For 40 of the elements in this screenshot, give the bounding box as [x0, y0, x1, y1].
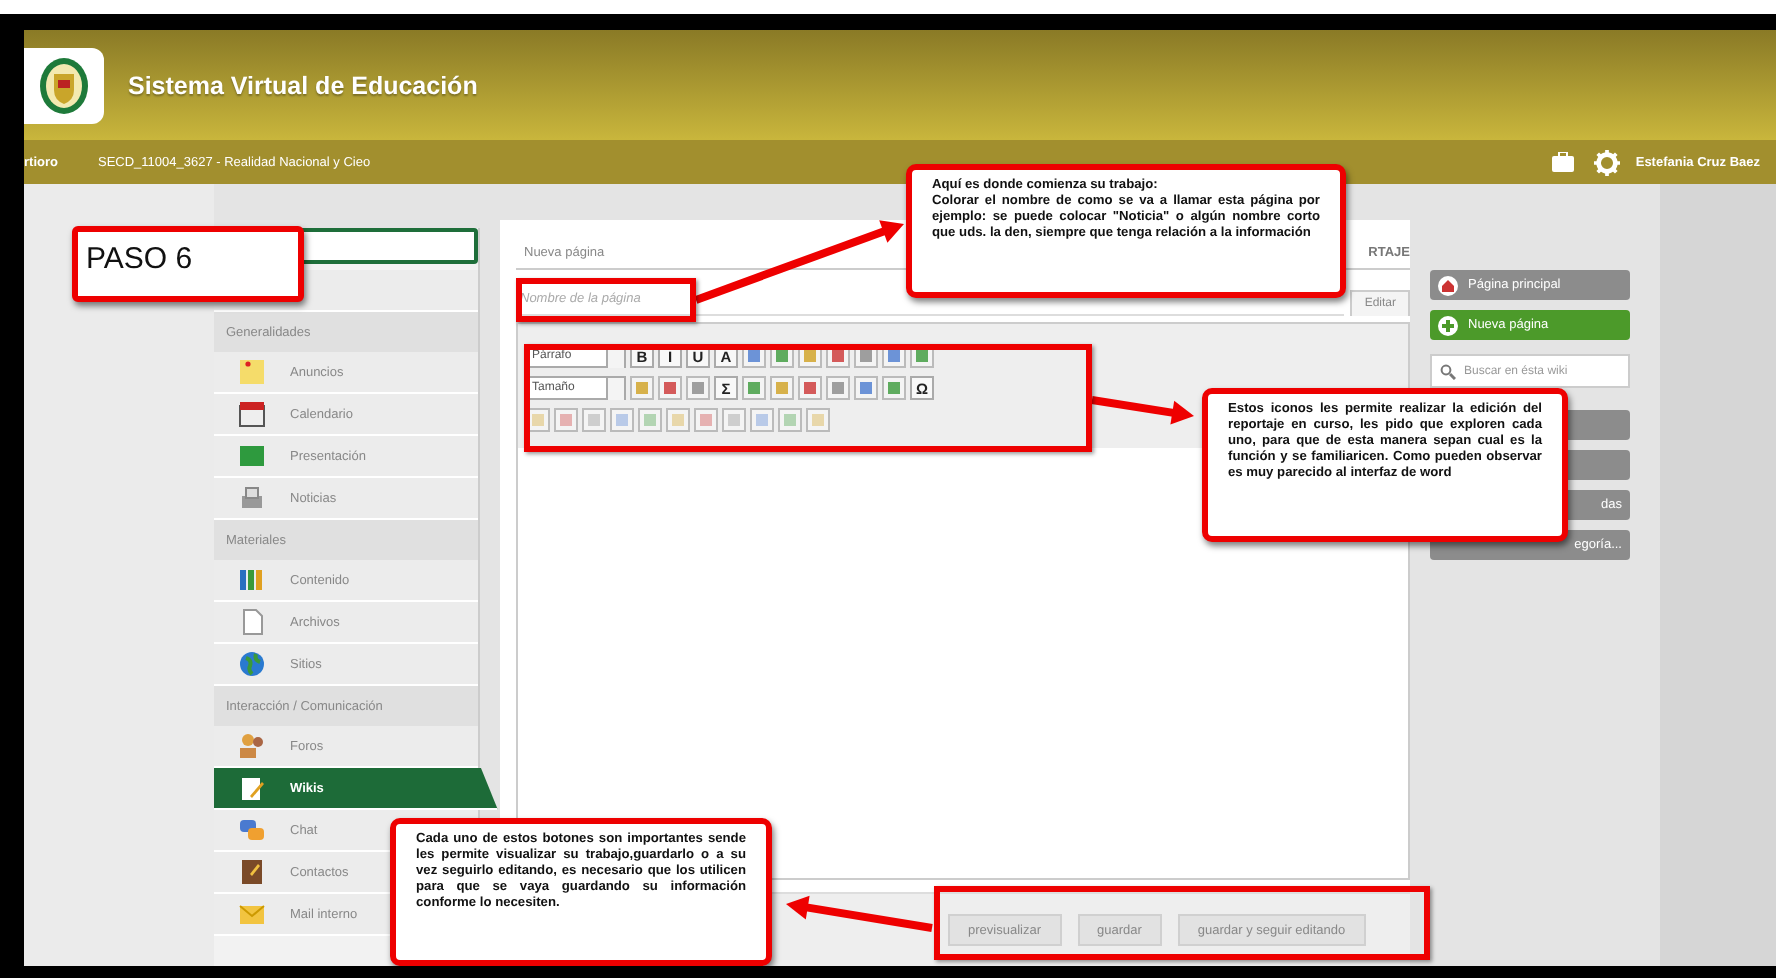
toolbar-icon[interactable]: [658, 376, 682, 400]
address-book-icon: [238, 858, 266, 886]
printer-icon: [238, 484, 266, 512]
toolbar-icon[interactable]: [582, 408, 606, 432]
calendar-icon: [238, 400, 266, 428]
toolbar-icon[interactable]: [694, 408, 718, 432]
plus-icon: [1438, 315, 1458, 335]
briefcase-icon[interactable]: [1551, 152, 1574, 172]
pointer-arrow: [1091, 396, 1194, 425]
document-icon: [238, 608, 266, 636]
toolbar-icon[interactable]: [770, 376, 794, 400]
chalkboard-icon: [238, 442, 266, 470]
envelope-icon: [238, 900, 266, 928]
speech-bubbles-icon: [238, 816, 266, 844]
note-icon: [238, 358, 266, 386]
toolbar-icon[interactable]: [882, 376, 906, 400]
settings-icon[interactable]: [1593, 149, 1620, 175]
toolbar-icon[interactable]: [630, 376, 654, 400]
toolbar-icon[interactable]: [666, 408, 690, 432]
toolbar-icon[interactable]: [686, 376, 710, 400]
site-title: Sistema Virtual de Educación: [128, 71, 478, 99]
toolbar-icon[interactable]: [806, 408, 830, 432]
toolbar-icon[interactable]: [778, 408, 802, 432]
toolbar-icon[interactable]: [610, 408, 634, 432]
toolbar-icon[interactable]: [750, 408, 774, 432]
toolbar-icon[interactable]: [638, 408, 662, 432]
search-icon: [1440, 363, 1456, 379]
toolbar-icon[interactable]: [798, 376, 822, 400]
toolbar-icon[interactable]: [554, 408, 578, 432]
toolbar-icon[interactable]: [742, 376, 766, 400]
folders-icon: [238, 566, 266, 594]
pencil-page-icon: [238, 774, 266, 802]
toolbar-icon[interactable]: [854, 376, 878, 400]
people-icon: [238, 732, 266, 760]
step-tooltip: PASO 6: [72, 226, 304, 302]
home-icon: [1438, 275, 1458, 295]
logo[interactable]: [24, 47, 104, 123]
toolbar-icon[interactable]: [826, 376, 850, 400]
toolbar-icon[interactable]: [722, 408, 746, 432]
globe-icon: [238, 650, 266, 678]
